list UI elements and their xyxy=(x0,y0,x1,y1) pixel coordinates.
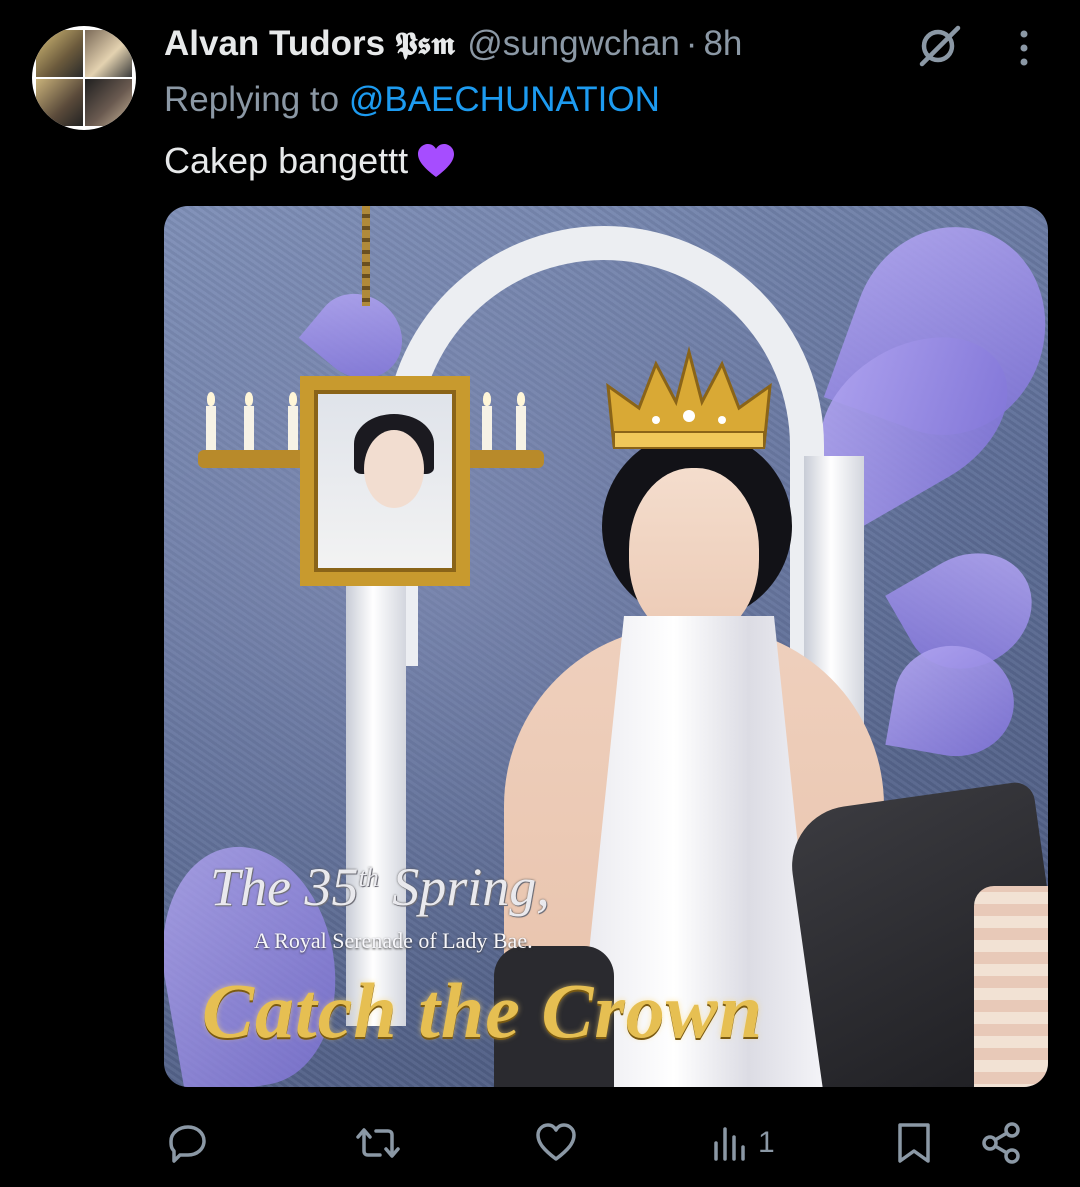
repost-button[interactable] xyxy=(356,1108,400,1178)
post-text: Cakep bangettt xyxy=(164,140,456,182)
like-button[interactable] xyxy=(534,1108,578,1178)
avatar-tile xyxy=(36,79,83,126)
chandelier-chain xyxy=(362,206,370,306)
more-options-icon[interactable] xyxy=(1012,28,1036,68)
display-name[interactable]: Alvan Tudors xyxy=(164,24,385,64)
poster-title-end: Spring, xyxy=(378,857,550,917)
views-button[interactable]: 1 xyxy=(710,1108,775,1178)
bookmark-button[interactable] xyxy=(896,1108,932,1178)
portrait-frame xyxy=(300,376,470,586)
petal-decoration xyxy=(885,636,1023,766)
poster-headline: Catch the Crown xyxy=(202,967,764,1054)
views-count: 1 xyxy=(758,1126,775,1159)
separator: · xyxy=(685,24,698,63)
sconce xyxy=(198,450,308,468)
sconce xyxy=(464,450,544,468)
avatar-tile xyxy=(36,30,83,77)
views-icon xyxy=(714,1127,745,1161)
avatar-tile xyxy=(85,30,132,77)
crown-icon xyxy=(606,346,772,449)
avatar[interactable] xyxy=(32,26,136,130)
post-image[interactable]: The 35th Spring, A Royal Serenade of Lad… xyxy=(164,206,1048,1087)
post-time[interactable]: 8h xyxy=(703,24,742,64)
share-icon xyxy=(982,1122,1020,1164)
bookmark-icon xyxy=(898,1123,930,1163)
poster-subtitle: A Royal Serenade of Lady Bae. xyxy=(254,928,533,953)
poster-title-sup: th xyxy=(358,863,379,892)
figure-face xyxy=(629,468,759,638)
poster-title-main: The 35 xyxy=(210,857,359,917)
poster-title: The 35th Spring, xyxy=(210,856,550,918)
user-handle[interactable]: @sungwchan xyxy=(467,24,680,64)
avatar-tile xyxy=(85,79,132,126)
grok-icon[interactable] xyxy=(914,24,962,68)
portrait-face xyxy=(364,430,424,508)
repost-icon xyxy=(356,1128,400,1158)
name-badge: 𝕻𝖘𝖒 xyxy=(395,25,456,62)
floral-cloth xyxy=(974,886,1048,1087)
post-body: Cakep bangettt xyxy=(164,140,409,181)
action-bar: 1 xyxy=(0,1108,1080,1178)
candle xyxy=(206,392,216,450)
purple-heart-icon xyxy=(418,144,455,177)
share-button[interactable] xyxy=(980,1108,1024,1178)
reply-icon xyxy=(169,1125,206,1163)
like-icon xyxy=(536,1123,576,1161)
candle xyxy=(482,392,492,450)
replying-to: Replying to @BAECHUNATION xyxy=(164,80,660,120)
reply-prefix: Replying to xyxy=(164,80,349,119)
candle xyxy=(516,392,526,450)
post-header: Alvan Tudors 𝕻𝖘𝖒 @sungwchan · 8h xyxy=(164,22,742,66)
candle xyxy=(288,392,298,450)
candle xyxy=(244,392,254,450)
reply-button[interactable] xyxy=(166,1108,210,1178)
reply-mention-link[interactable]: @BAECHUNATION xyxy=(349,80,660,119)
